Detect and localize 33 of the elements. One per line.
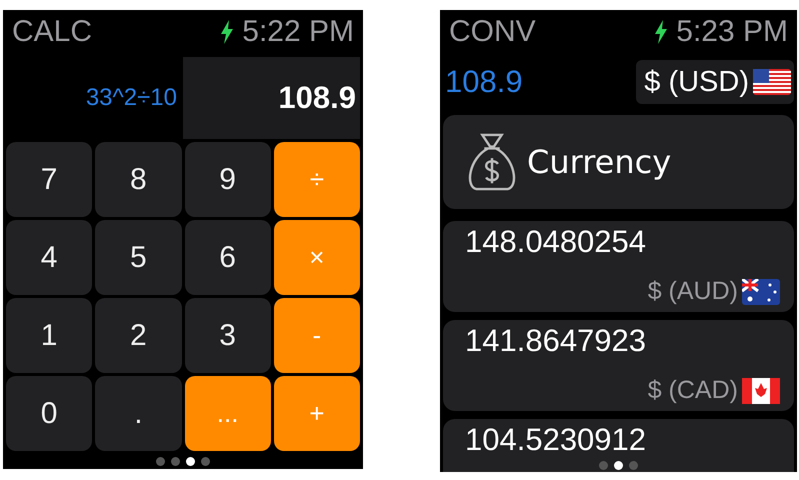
result-display: 108.9 (183, 57, 360, 139)
expression-text: 33^2÷10 (84, 83, 178, 113)
flag-icon (753, 69, 791, 95)
digit-key[interactable]: 7 (6, 142, 92, 217)
digit-key[interactable]: 8 (95, 142, 182, 217)
charging-icon (220, 20, 234, 44)
result-card[interactable]: 148.0480254 $ (AUD) (443, 221, 794, 312)
clock-time: 5:22 PM (242, 15, 354, 49)
category-button[interactable]: Currency (443, 115, 794, 209)
app-title: CONV (449, 15, 536, 49)
currency-label: $ (AUD) (648, 277, 738, 306)
flag-icon (742, 378, 780, 404)
converted-value: 141.8647923 (465, 324, 648, 358)
flag-icon (742, 278, 780, 304)
digit-key[interactable]: . (95, 376, 182, 451)
app-title: CALC (12, 15, 92, 49)
digit-key[interactable]: 5 (95, 220, 182, 295)
result-card[interactable]: 104.5230912 (443, 419, 794, 472)
currency-selector[interactable]: $ (USD) (636, 60, 794, 104)
digit-key[interactable]: 9 (184, 142, 271, 217)
charging-icon (654, 20, 668, 44)
currency-label: $ (CAD) (648, 376, 738, 405)
digit-key[interactable]: 1 (6, 298, 92, 373)
result-card[interactable]: 141.8647923 $ (CAD) (443, 320, 794, 411)
digit-key[interactable]: 2 (95, 298, 182, 373)
amount-text: 108.9 (444, 64, 523, 100)
digit-key[interactable]: 0 (6, 376, 92, 451)
digit-key[interactable]: 4 (6, 220, 92, 295)
converted-value: 148.0480254 (465, 225, 648, 260)
clock-time: 5:23 PM (676, 15, 788, 49)
digit-key[interactable]: 6 (184, 220, 271, 295)
digit-key[interactable]: 3 (184, 298, 271, 373)
converted-value: 104.5230912 (465, 423, 648, 458)
